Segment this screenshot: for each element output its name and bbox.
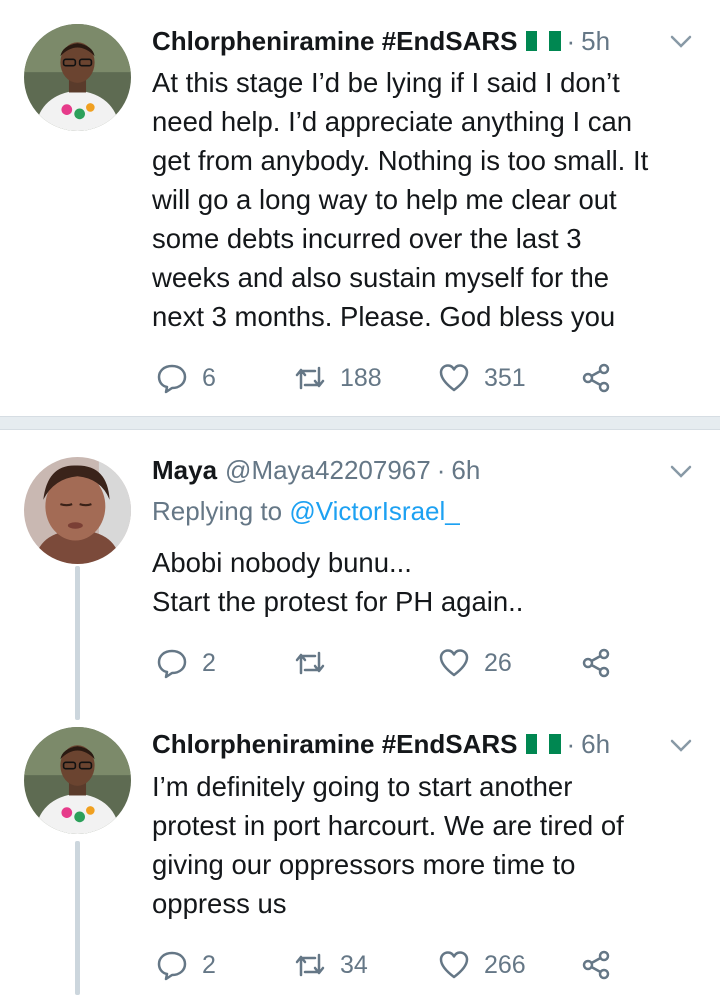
retweet-icon — [295, 366, 325, 390]
avatar[interactable] — [24, 727, 131, 834]
nigeria-flag-icon — [525, 734, 561, 754]
share-button[interactable] — [580, 358, 612, 398]
display-name[interactable]: Chlorpheniramine #EndSARS — [152, 26, 518, 57]
display-name[interactable]: Maya — [152, 455, 217, 486]
retweet-button[interactable] — [294, 643, 340, 683]
tweet-actions: 2 34 266 — [152, 945, 632, 985]
tweet-text-line: Abobi nobody bunu... — [152, 547, 412, 578]
reply-count: 6 — [202, 363, 216, 392]
share-icon — [582, 363, 610, 393]
heart-icon — [439, 951, 469, 979]
replying-to: Replying to @VictorIsrael_ — [152, 496, 460, 527]
avatar-chlorpheniramine-image — [24, 24, 131, 131]
tweet-separator — [0, 416, 720, 430]
reply-button[interactable]: 6 — [156, 358, 216, 398]
chevron-down-icon[interactable] — [670, 35, 692, 49]
tweet-header: Chlorpheniramine #EndSARS · 5h — [152, 21, 610, 61]
tweet-text-line: next 3 months. Please. God bless you — [152, 301, 616, 332]
tweet-text: At this stage I’d be lying if I said I d… — [152, 63, 712, 336]
heart-icon — [439, 649, 469, 677]
avatar[interactable] — [24, 457, 131, 564]
retweet-button[interactable]: 188 — [294, 358, 382, 398]
like-count: 351 — [484, 363, 526, 392]
thread-line — [75, 566, 80, 720]
user-handle[interactable]: @Maya42207967 — [225, 455, 431, 486]
share-icon — [582, 950, 610, 980]
timestamp[interactable]: 5h — [581, 26, 610, 57]
tweet-3[interactable]: Chlorpheniramine #EndSARS · 6h I’m defin… — [0, 705, 720, 995]
tweet-2[interactable]: Maya @Maya42207967 · 6h Replying to @Vic… — [0, 430, 720, 720]
reply-count: 2 — [202, 648, 216, 677]
reply-icon — [157, 649, 187, 679]
timestamp[interactable]: 6h — [581, 729, 610, 760]
nigeria-flag-icon — [525, 31, 561, 51]
like-button[interactable]: 26 — [438, 643, 512, 683]
reply-icon — [157, 364, 187, 394]
separator-dot: · — [566, 25, 576, 56]
retweet-icon — [295, 651, 325, 675]
tweet-text-line: protest in port harcourt. We are tired o… — [152, 810, 624, 841]
share-icon — [582, 648, 610, 678]
retweet-icon — [295, 953, 325, 977]
like-button[interactable]: 351 — [438, 358, 526, 398]
tweet-text: I’m definitely going to start another pr… — [152, 767, 712, 923]
share-button[interactable] — [580, 643, 612, 683]
chevron-down-icon[interactable] — [670, 465, 692, 479]
avatar-chlorpheniramine-image — [24, 727, 131, 834]
tweet-text-line: weeks and also sustain myself for the — [152, 262, 610, 293]
tweet-text-line: need help. I’d appreciate anything I can — [152, 106, 633, 137]
replying-to-label: Replying to — [152, 496, 290, 526]
tweet-text-line: get from anybody. Nothing is too small. … — [152, 145, 649, 176]
tweet-header: Chlorpheniramine #EndSARS · 6h — [152, 724, 610, 764]
reply-button[interactable]: 2 — [156, 945, 216, 985]
tweet-actions: 2 26 — [152, 643, 632, 683]
tweet-actions: 6 188 351 — [152, 358, 632, 398]
separator-dot: · — [436, 454, 446, 485]
tweet-text-line: At this stage I’d be lying if I said I d… — [152, 67, 620, 98]
like-button[interactable]: 266 — [438, 945, 526, 985]
share-button[interactable] — [580, 945, 612, 985]
heart-icon — [439, 364, 469, 392]
like-count: 26 — [484, 648, 512, 677]
thread-line — [75, 841, 80, 995]
chevron-down-icon[interactable] — [670, 739, 692, 753]
like-count: 266 — [484, 950, 526, 979]
avatar[interactable] — [24, 24, 131, 131]
replying-to-link[interactable]: @VictorIsrael_ — [289, 496, 459, 526]
tweet-text: Abobi nobody bunu... Start the protest f… — [152, 543, 712, 621]
tweet-text-line: some debts incurred over the last 3 — [152, 223, 582, 254]
tweet-header: Maya @Maya42207967 · 6h — [152, 450, 480, 490]
avatar-maya-image — [24, 457, 131, 564]
display-name[interactable]: Chlorpheniramine #EndSARS — [152, 729, 518, 760]
tweet-1[interactable]: Chlorpheniramine #EndSARS · 5h At this s… — [0, 0, 720, 416]
reply-icon — [157, 951, 187, 981]
reply-count: 2 — [202, 950, 216, 979]
retweet-button[interactable]: 34 — [294, 945, 368, 985]
tweet-text-line: giving our oppressors more time to — [152, 849, 576, 880]
reply-button[interactable]: 2 — [156, 643, 216, 683]
tweet-text-line: oppress us — [152, 888, 287, 919]
tweet-text-line: will go a long way to help me clear out — [152, 184, 617, 215]
retweet-count: 34 — [340, 950, 368, 979]
timestamp[interactable]: 6h — [451, 455, 480, 486]
tweet-text-line: Start the protest for PH again.. — [152, 586, 524, 617]
retweet-count: 188 — [340, 363, 382, 392]
tweet-text-line: I’m definitely going to start another — [152, 771, 573, 802]
separator-dot: · — [566, 728, 576, 759]
